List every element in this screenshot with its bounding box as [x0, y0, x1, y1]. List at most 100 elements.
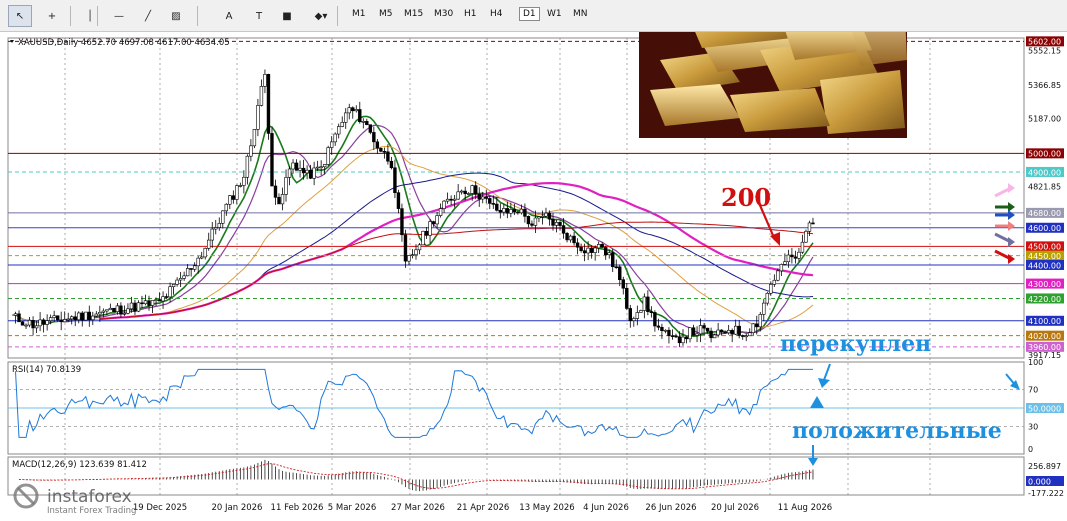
candle-body [361, 121, 366, 123]
candle-body [80, 312, 84, 321]
candle-body [470, 185, 474, 194]
channel-icon[interactable]: ▨ [164, 5, 188, 27]
candle-body [596, 244, 601, 249]
candle-body [62, 319, 67, 323]
candle-body [730, 329, 734, 335]
candle-body [653, 312, 657, 327]
price-label: 4100.00 [1028, 317, 1061, 326]
crosshair-icon[interactable]: + [40, 5, 64, 27]
candle-body [726, 329, 731, 334]
timeframe-m1[interactable]: M1 [352, 9, 366, 19]
shapes-icon[interactable]: ◆▾ [305, 5, 337, 27]
candle-body [217, 223, 221, 228]
candle-body [245, 155, 250, 178]
candle-body [790, 254, 794, 258]
candle-body [294, 162, 299, 171]
candle-body [709, 330, 713, 339]
candle-body [765, 292, 770, 304]
timeframe-h4[interactable]: H4 [490, 9, 503, 19]
candle-body [663, 329, 668, 332]
x-tick-label: 11 Feb 2026 [271, 503, 324, 513]
x-tick-label: 21 Apr 2026 [457, 503, 510, 513]
rectangle-icon[interactable]: ■ [276, 5, 298, 27]
candle-body [442, 200, 446, 209]
candle-body [270, 133, 274, 187]
candle-body [712, 334, 717, 339]
candle-body [66, 318, 70, 321]
timeframe-h1[interactable]: H1 [464, 9, 477, 19]
candle-body [733, 325, 738, 335]
candle-body [660, 326, 664, 332]
candle-body [684, 336, 689, 340]
timeframe-d1[interactable]: D1 [519, 7, 540, 21]
candle-body [24, 324, 28, 327]
candle-body [800, 241, 805, 253]
positive-annotation: положительные [792, 418, 1002, 444]
candle-body [48, 317, 53, 322]
ma200-annotation: 200 [721, 183, 771, 212]
candle-body [13, 313, 18, 316]
chart-toolbar: ↖ + │ — ╱ ▨ A T ■ ◆▾ M1 M5 M15 M30 H1 H4 D1 W1 MN [0, 0, 1067, 32]
candle-body [649, 311, 654, 313]
timeframe-m30[interactable]: M30 [434, 9, 453, 19]
candle-body [133, 302, 137, 312]
timeframe-mn[interactable]: MN [573, 9, 588, 19]
gold-bars-photo [639, 32, 907, 138]
candle-body [252, 129, 257, 147]
candle-body [140, 302, 144, 305]
candle-body [723, 331, 727, 334]
candle-body [312, 167, 316, 179]
candle-body [737, 325, 741, 336]
candle-body [772, 279, 777, 285]
candle-body [449, 198, 453, 201]
rsi-header: RSI(14) 70.8139 [12, 365, 81, 375]
timeframe-w1[interactable]: W1 [547, 9, 562, 19]
candle-body [168, 286, 172, 298]
candle-body [393, 167, 397, 193]
candle-body [203, 248, 207, 258]
candle-body [87, 311, 91, 321]
x-tick-label: 5 Mar 2026 [328, 503, 376, 513]
macd-y-label: -177.222 [1028, 489, 1064, 498]
candle-body [807, 222, 812, 232]
candle-body [259, 86, 264, 106]
candle-body [94, 313, 99, 317]
candle-body [351, 107, 355, 112]
rsi-y-label: 30 [1028, 422, 1038, 431]
x-tick-label: 4 Jun 2026 [583, 503, 629, 513]
candle-body [702, 325, 706, 329]
candle-body [59, 319, 63, 323]
candle-body [502, 208, 506, 213]
label-icon[interactable]: T [248, 5, 270, 27]
candle-body [628, 308, 632, 321]
candle-body [769, 284, 773, 294]
trend-line-icon[interactable]: ╱ [136, 5, 160, 27]
candle-body [52, 315, 56, 318]
timeframe-m5[interactable]: M5 [379, 9, 393, 19]
candle-body [263, 74, 267, 87]
candle-body [474, 185, 478, 195]
candle-body [344, 112, 348, 123]
candle-body [540, 215, 545, 218]
text-icon[interactable]: A [218, 5, 240, 27]
candle-body [639, 310, 643, 313]
candle-body [758, 314, 762, 328]
candle-body [192, 265, 197, 270]
candle-body [604, 247, 608, 256]
candle-body [572, 235, 576, 244]
cursor-icon[interactable]: ↖ [8, 5, 32, 27]
candle-body [101, 310, 106, 313]
y-tick-label: 3917.15 [1028, 351, 1061, 360]
horizontal-line-icon[interactable]: — [107, 5, 131, 27]
candle-body [379, 147, 383, 152]
candle-body [298, 167, 302, 171]
candle-body [122, 312, 127, 315]
candle-body [291, 162, 295, 170]
candle-body [178, 278, 183, 281]
candle-body [164, 296, 169, 298]
candle-body [621, 279, 625, 289]
timeframe-m15[interactable]: M15 [404, 9, 423, 19]
candle-body [516, 211, 520, 214]
candle-body [249, 145, 253, 157]
candle-body [755, 323, 759, 328]
